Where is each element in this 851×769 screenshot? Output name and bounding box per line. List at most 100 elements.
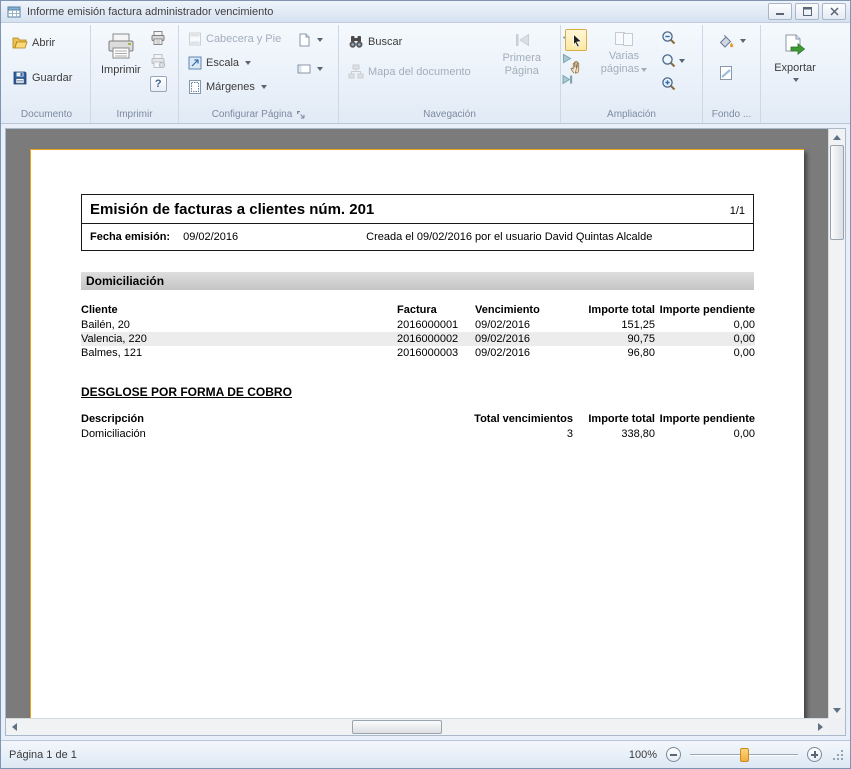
chevron-down-icon (261, 85, 267, 89)
mapa-documento-button[interactable]: Mapa del documento (343, 61, 476, 83)
zoom-out-icon[interactable] (661, 30, 685, 46)
zoom-dropdown-icon[interactable] (661, 53, 685, 69)
exportar-button[interactable]: Exportar (768, 29, 822, 86)
zoom-out-button[interactable] (666, 747, 681, 762)
horizontal-scrollbar-thumb[interactable] (352, 720, 442, 734)
paper-icon (297, 33, 311, 47)
abrir-button[interactable]: Abrir (7, 32, 77, 54)
save-icon (12, 70, 28, 86)
tamano-papel-button[interactable] (292, 30, 328, 50)
pointer-tool-button[interactable] (565, 29, 587, 51)
zoom-slider[interactable] (690, 747, 798, 763)
resize-grip[interactable] (831, 748, 844, 761)
document-viewport[interactable]: Emisión de facturas a clientes núm. 201 … (6, 129, 828, 718)
group-label-imprimir: Imprimir (95, 106, 174, 123)
binoculars-icon (348, 34, 364, 50)
chevron-down-icon (740, 39, 746, 43)
chevron-down-icon (317, 38, 323, 42)
horizontal-scrollbar[interactable] (6, 718, 828, 735)
cell-descripcion: Domiciliación (81, 427, 389, 441)
cell-cliente: Valencia, 220 (81, 332, 397, 346)
ribbon-group-fondo: Fondo ... (703, 25, 761, 123)
escala-button[interactable]: Escala (183, 53, 286, 73)
fecha-emision-value: 09/02/2016 (183, 231, 238, 243)
ribbon-group-ampliacion: Varias páginas Ampliación (561, 25, 703, 123)
minimize-button[interactable] (768, 3, 792, 20)
margenes-button[interactable]: Márgenes (183, 77, 286, 97)
table-row: Balmes, 121 2016000003 09/02/2016 96,80 … (81, 346, 755, 360)
cursor-arrow-icon (569, 33, 584, 48)
varias-paginas-button[interactable]: Varias páginas (593, 27, 655, 79)
cell-factura: 2016000003 (397, 346, 475, 360)
close-button[interactable] (822, 3, 846, 20)
zoom-in-icon[interactable] (661, 76, 685, 92)
cell-importe-total: 90,75 (573, 332, 655, 346)
scroll-down-icon[interactable] (829, 702, 845, 718)
vertical-scrollbar-thumb[interactable] (830, 145, 844, 240)
col-header-importe-total: Importe total (573, 412, 655, 427)
cell-factura: 2016000001 (397, 318, 475, 332)
help-icon[interactable]: ? (150, 76, 167, 92)
table-row: Bailén, 20 2016000001 09/02/2016 151,25 … (81, 318, 755, 332)
cell-vencimiento: 09/02/2016 (475, 346, 573, 360)
color-fondo-button[interactable] (713, 30, 751, 52)
cell-cliente: Bailén, 20 (81, 318, 397, 332)
fill-color-icon (718, 33, 734, 49)
title-bar[interactable]: Informe emisión factura administrador ve… (1, 1, 850, 23)
cell-importe-pendiente: 0,00 (655, 427, 755, 441)
hand-tool-button[interactable] (565, 56, 587, 78)
vertical-scrollbar[interactable] (828, 129, 845, 718)
status-bar: Página 1 de 1 100% (1, 740, 850, 768)
invoice-table-header-row: Cliente Factura Vencimiento Importe tota… (81, 303, 755, 318)
col-header-vencimiento: Vencimiento (475, 303, 573, 318)
hand-icon (569, 60, 584, 75)
window-title: Informe emisión factura administrador ve… (27, 6, 273, 18)
col-header-total-vencimientos: Total vencimientos (389, 412, 573, 427)
guardar-label: Guardar (32, 72, 72, 84)
watermark-icon (718, 65, 734, 81)
document-map-icon (348, 64, 364, 80)
scroll-right-icon[interactable] (812, 719, 828, 735)
dialog-launcher-icon[interactable] (296, 110, 305, 119)
cell-total-vencimientos: 3 (389, 427, 573, 441)
cabecera-pie-button[interactable]: Cabecera y Pie (183, 29, 286, 49)
ribbon-group-navegacion: Buscar Mapa del documento Primer (339, 25, 561, 123)
buscar-button[interactable]: Buscar (343, 31, 476, 53)
mapa-documento-label: Mapa del documento (368, 66, 471, 78)
maximize-button[interactable] (795, 3, 819, 20)
imprimir-button[interactable]: Imprimir (95, 27, 147, 81)
table-row: Valencia, 220 2016000002 09/02/2016 90,7… (81, 332, 755, 346)
imprimir-label: Imprimir (101, 64, 141, 77)
abrir-label: Abrir (32, 37, 55, 49)
zoom-slider-thumb[interactable] (740, 748, 749, 762)
table-row: Domiciliación 3 338,80 0,00 (81, 427, 755, 441)
col-header-factura: Factura (397, 303, 475, 318)
col-header-importe-pendiente: Importe pendiente (655, 412, 755, 427)
report-page-number: 1/1 (730, 205, 745, 217)
desglose-title: DESGLOSE POR FORMA DE COBRO (81, 385, 754, 399)
group-label-ampliacion: Ampliación (565, 106, 698, 123)
desglose-table: Descripción Total vencimientos Importe t… (81, 412, 755, 441)
group-label-documento: Documento (7, 106, 86, 123)
print-options-icon[interactable] (150, 53, 167, 69)
group-label-navegacion: Navegación (343, 106, 556, 123)
print-preview-window: Informe emisión factura administrador ve… (0, 0, 851, 769)
group-label-exportar (765, 106, 825, 123)
orientacion-button[interactable] (292, 59, 328, 79)
scroll-up-icon[interactable] (829, 129, 845, 145)
quick-print-icon[interactable] (150, 30, 167, 46)
zoom-in-button[interactable] (807, 747, 822, 762)
ribbon-group-imprimir: Imprimir ? Imprimir (91, 25, 179, 123)
chevron-down-icon (245, 61, 251, 65)
guardar-button[interactable]: Guardar (7, 67, 77, 89)
varias-paginas-label: Varias páginas (599, 50, 649, 75)
primera-pagina-button[interactable]: Primera Página (488, 27, 556, 86)
cell-importe-pendiente: 0,00 (655, 318, 755, 332)
fecha-emision-label: Fecha emisión: (90, 231, 170, 243)
cell-importe-total: 151,25 (573, 318, 655, 332)
chevron-down-icon (641, 68, 647, 72)
scroll-left-icon[interactable] (6, 719, 22, 735)
chevron-down-icon (317, 67, 323, 71)
marca-agua-button[interactable] (713, 62, 751, 84)
cell-importe-total: 96,80 (573, 346, 655, 360)
